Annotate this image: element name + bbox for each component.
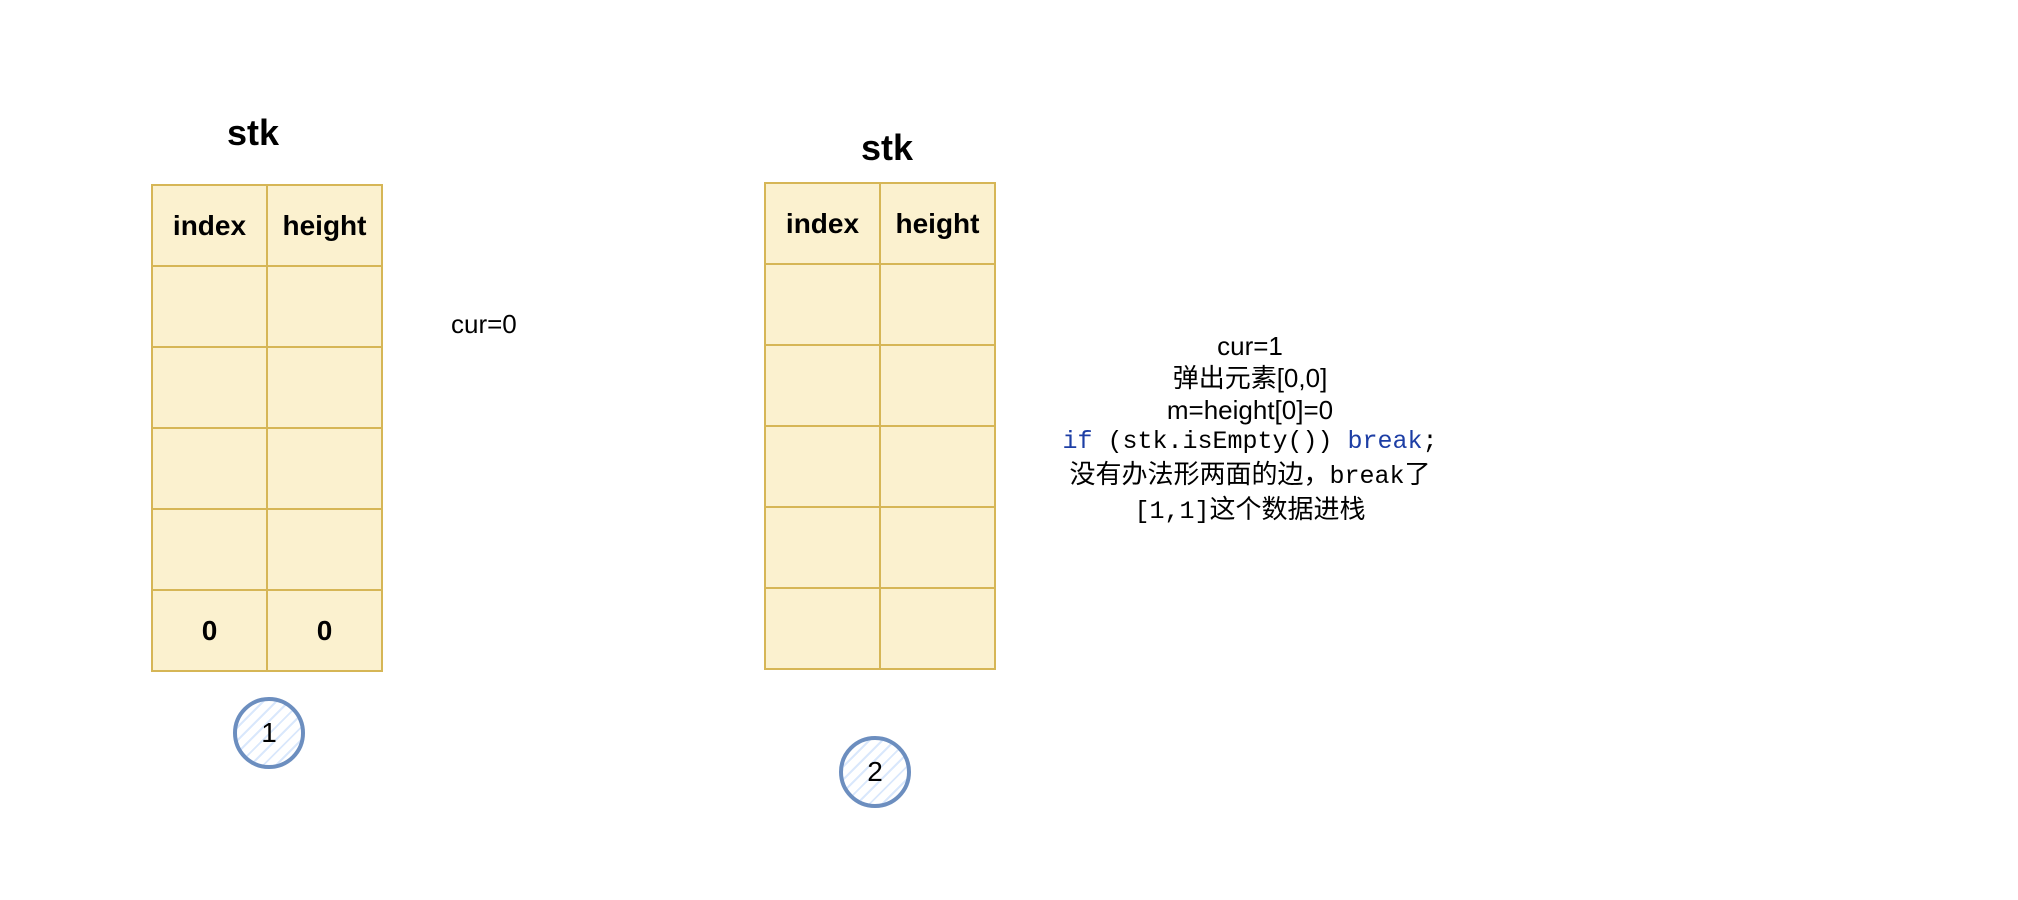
- keyword-break: break: [1347, 427, 1423, 456]
- cell-index: [151, 346, 268, 429]
- column-header-height: height: [266, 184, 383, 267]
- table-row: [151, 346, 383, 429]
- explain-text: 没有办法形两面的边，: [1069, 459, 1330, 489]
- note-line-push: [1,1]这个数据进栈: [1040, 493, 1460, 528]
- cell-height: 0: [266, 589, 383, 672]
- explanation-note: cur=1 弹出元素[0,0] m=height[0]=0 if (stk.is…: [1040, 330, 1460, 528]
- cell-height: [266, 265, 383, 348]
- column-header-index: index: [764, 182, 881, 265]
- step-badge-2: 2: [839, 736, 911, 808]
- table-row: [151, 508, 383, 591]
- cell-index: [151, 508, 268, 591]
- cell-height: [879, 587, 996, 670]
- table-row: [764, 263, 996, 346]
- explain-break-code: break: [1329, 462, 1405, 491]
- push-text: 这个数据进栈: [1209, 494, 1366, 524]
- note-line-explain: 没有办法形两面的边，break了: [1040, 458, 1460, 493]
- cell-height: [879, 263, 996, 346]
- column-header-height: height: [879, 182, 996, 265]
- note-line-code: if (stk.isEmpty()) break;: [1040, 426, 1460, 458]
- note-line-m: m=height[0]=0: [1166, 395, 1334, 425]
- cell-index: [764, 263, 881, 346]
- cell-index: [151, 427, 268, 510]
- cell-height: [266, 508, 383, 591]
- explain-tail: 了: [1404, 459, 1431, 489]
- cell-index: [151, 265, 268, 348]
- cell-index: 0: [151, 589, 268, 672]
- cell-index: [764, 506, 881, 589]
- cell-index: [764, 587, 881, 670]
- cell-index: [764, 425, 881, 508]
- code-condition: (stk.isEmpty()): [1092, 427, 1348, 456]
- step-badge-1: 1: [233, 697, 305, 769]
- note-line-cur: cur=1: [1217, 331, 1283, 361]
- table-row: [764, 506, 996, 589]
- cur-note-1: cur=0: [451, 309, 517, 339]
- code-semicolon: ;: [1422, 427, 1438, 456]
- stack-title-1: stk: [226, 112, 280, 153]
- table-row: 00: [151, 589, 383, 672]
- cell-height: [266, 427, 383, 510]
- table-row: [151, 265, 383, 348]
- note-line-pop: 弹出元素[0,0]: [1172, 363, 1328, 393]
- table-row: [764, 587, 996, 670]
- cell-height: [266, 346, 383, 429]
- stack-title-2: stk: [860, 127, 914, 168]
- push-pair-code: [1,1]: [1134, 497, 1210, 526]
- stack-table-2: index height: [764, 182, 996, 670]
- table-row: [764, 344, 996, 427]
- cell-height: [879, 425, 996, 508]
- table-header-row: index height: [151, 184, 383, 267]
- cell-height: [879, 344, 996, 427]
- keyword-if: if: [1062, 427, 1093, 456]
- table-row: [764, 425, 996, 508]
- stack-table-1: index height 00: [151, 184, 383, 672]
- cell-height: [879, 506, 996, 589]
- table-header-row: index height: [764, 182, 996, 265]
- table-row: [151, 427, 383, 510]
- cell-index: [764, 344, 881, 427]
- column-header-index: index: [151, 184, 268, 267]
